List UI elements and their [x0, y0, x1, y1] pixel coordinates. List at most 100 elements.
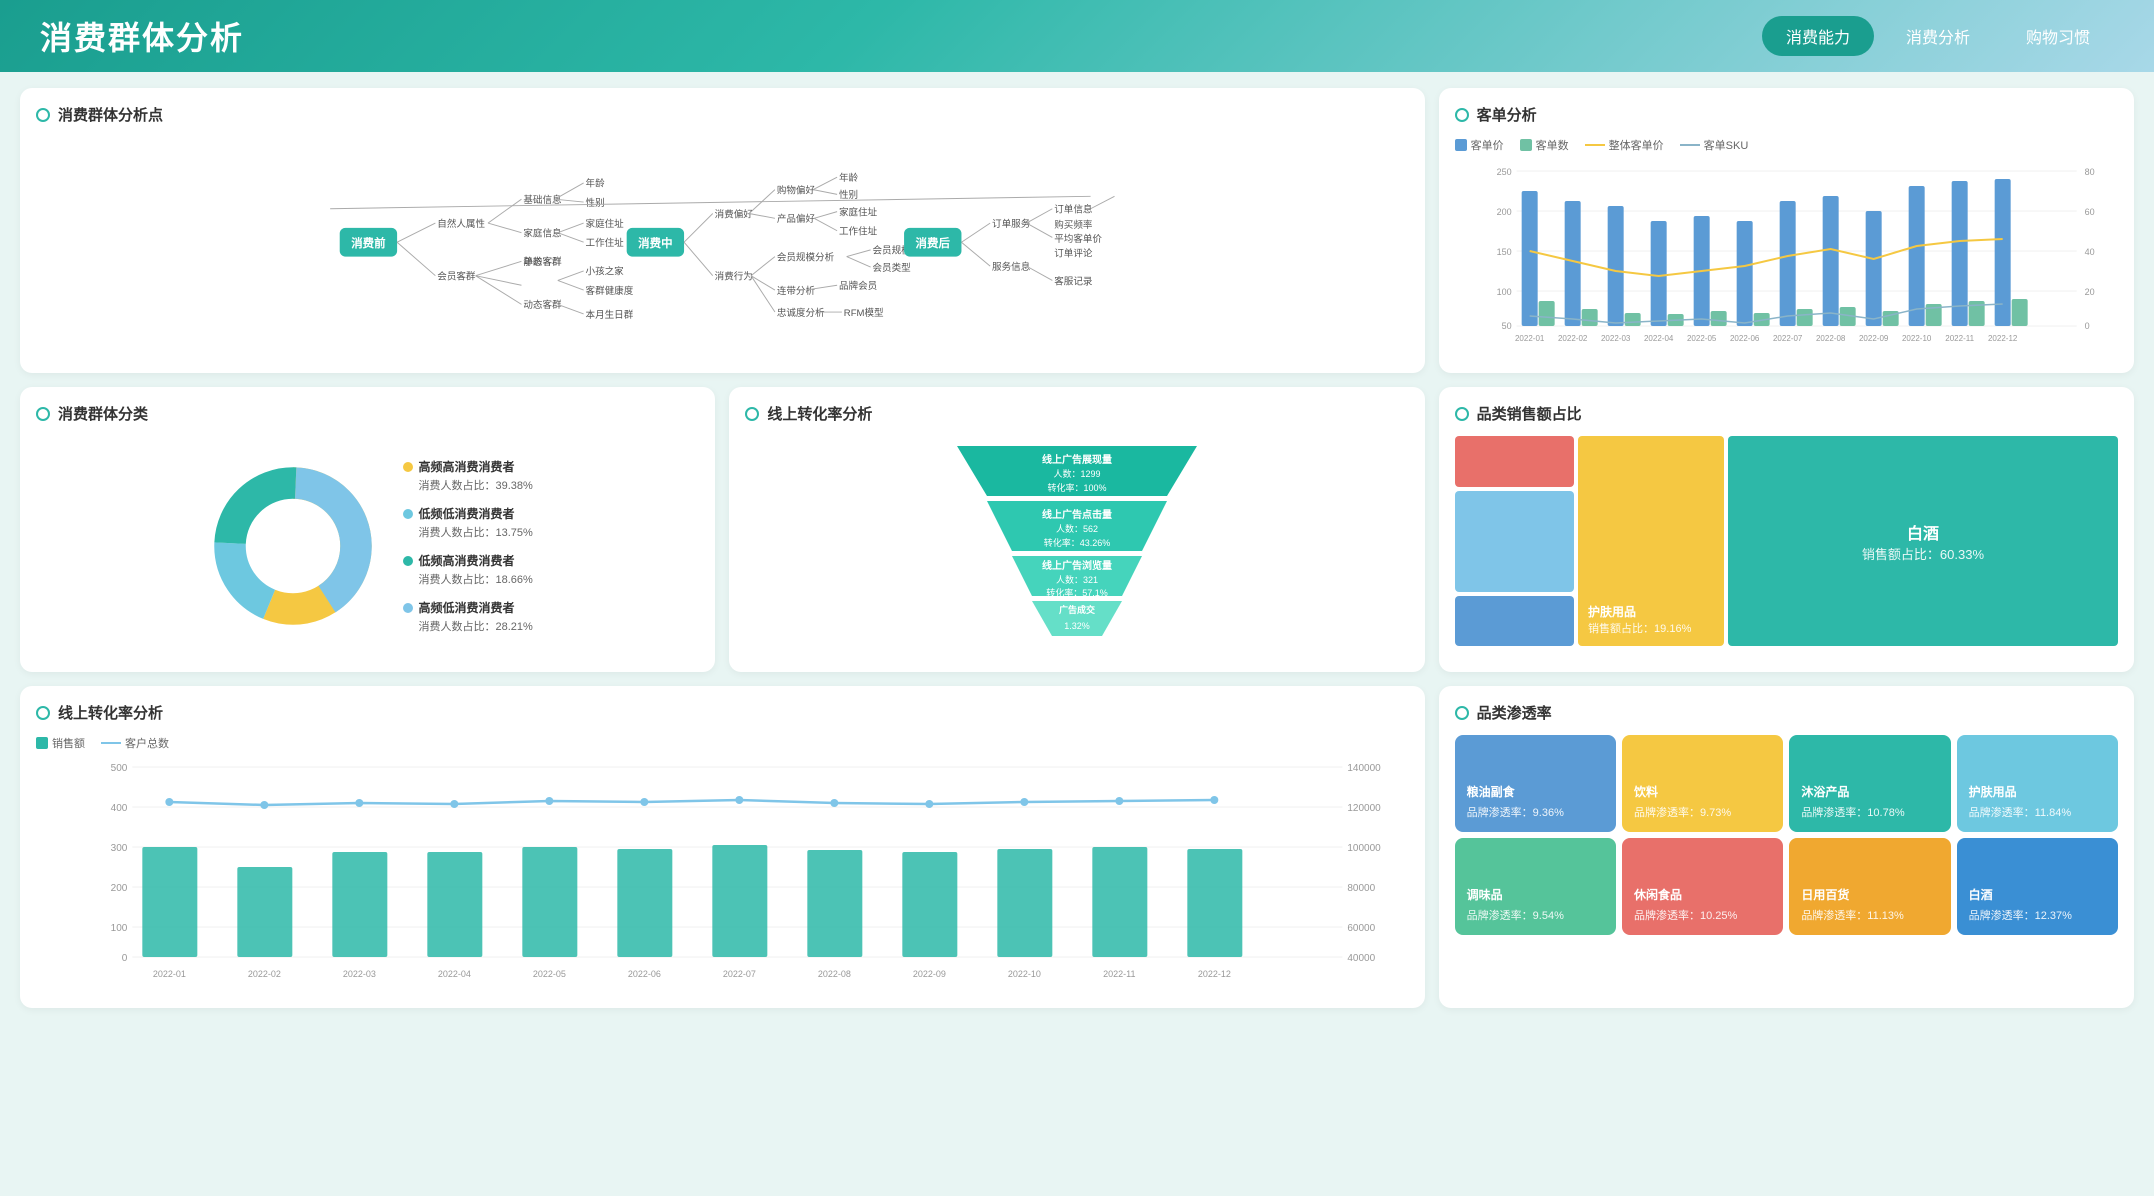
- donut-container: 高频高消费消费者 消费人数占比：39.38% 低频低消费消费者 消费人数占比：1…: [36, 436, 699, 656]
- cell-name: 粮油副食: [1467, 783, 1604, 800]
- cell-rate: 品牌渗透率：10.78%: [1801, 804, 1938, 820]
- nav-item-analysis[interactable]: 消费分析: [1882, 16, 1994, 56]
- legend-total-price: 整体客单价: [1585, 137, 1664, 153]
- page-title: 消费群体分析: [40, 13, 244, 59]
- svg-text:消费中: 消费中: [638, 236, 672, 250]
- svg-text:转化率：43.26%: 转化率：43.26%: [1044, 537, 1111, 548]
- svg-text:客群健康度: 客群健康度: [586, 285, 634, 297]
- sq: [36, 737, 48, 749]
- funnel-title: 线上转化率分析: [745, 403, 1408, 424]
- svg-text:基础信息: 基础信息: [523, 194, 562, 206]
- cell-label-white: 白酒: [1907, 520, 1939, 544]
- title-dot: [36, 108, 50, 122]
- customer-analysis-card: 客单分析 客单价 客单数 整体客单价 客单SKU: [1439, 88, 2134, 373]
- legend-sub: 消费人数占比：28.21%: [419, 618, 533, 634]
- treemap-cell-blue: [1455, 491, 1574, 592]
- svg-text:RFM模型: RFM模型: [844, 307, 884, 319]
- svg-text:性别: 性别: [586, 197, 605, 209]
- svg-text:订单评论: 订单评论: [1054, 248, 1093, 260]
- penetration-title: 品类渗透率: [1455, 702, 2118, 723]
- svg-text:客服记录: 客服记录: [1054, 275, 1093, 287]
- svg-text:家庭住址: 家庭住址: [839, 206, 878, 218]
- legend-low-high: 低频高消费消费者 消费人数占比：18.66%: [403, 552, 533, 587]
- mindmap-chart: 消费前 自然人属性 基础信息 年龄 性别 家庭信息 家庭住址 工作住址 会员客群: [36, 137, 1409, 357]
- header-nav: 消费能力 消费分析 购物习惯: [1762, 16, 2114, 56]
- legend-label: 销售额: [52, 735, 85, 751]
- customer-analysis-title: 客单分析: [1455, 104, 2118, 125]
- svg-text:60000: 60000: [1347, 923, 1375, 934]
- penetration-skincare: 护肤用品 品牌渗透率：11.84%: [1957, 735, 2118, 832]
- cell-name: 饮料: [1634, 783, 1771, 800]
- legend-label: 客单数: [1536, 137, 1569, 153]
- cell-rate: 品牌渗透率：9.54%: [1467, 907, 1604, 923]
- cell-name: 日用百货: [1801, 886, 1938, 903]
- svg-text:线上广告点击量: 线上广告点击量: [1042, 508, 1112, 521]
- legend-label: 高频低消费消费者: [419, 599, 515, 616]
- svg-text:产品偏好: 产品偏好: [777, 213, 816, 225]
- svg-text:2022-04: 2022-04: [1644, 334, 1674, 343]
- svg-text:300: 300: [111, 843, 128, 854]
- svg-text:会员客群: 会员客群: [437, 271, 476, 283]
- svg-text:2022-12: 2022-12: [1198, 969, 1231, 979]
- svg-text:会员规模分析: 会员规模分析: [777, 251, 835, 263]
- cell-value: 销售额占比：19.16%: [1588, 620, 1714, 636]
- title-dot: [745, 407, 759, 421]
- legend-label: 高频高消费消费者: [419, 458, 515, 475]
- svg-text:40: 40: [2084, 247, 2094, 257]
- svg-text:购物偏好: 购物偏好: [777, 184, 816, 196]
- legend-sub: 消费人数占比：39.38%: [419, 477, 533, 493]
- nav-item-habits[interactable]: 购物习惯: [2002, 16, 2114, 56]
- title-dot: [36, 407, 50, 421]
- svg-text:200: 200: [111, 883, 128, 894]
- svg-text:40000: 40000: [1347, 953, 1375, 964]
- svg-text:年龄: 年龄: [586, 178, 606, 190]
- svg-text:2022-07: 2022-07: [723, 969, 756, 979]
- cell-rate: 品牌渗透率：11.13%: [1801, 907, 1938, 923]
- funnel-svg: 线上广告展现量 人数：1299 转化率：100% 线上广告点击量 人数：562 …: [947, 441, 1207, 641]
- svg-text:年龄: 年龄: [839, 172, 859, 184]
- svg-text:500: 500: [111, 763, 128, 774]
- legend-label: 客单价: [1471, 137, 1504, 153]
- svg-text:家庭信息: 家庭信息: [523, 227, 562, 239]
- legend-unit-count: 客单数: [1520, 137, 1569, 153]
- legend-sub: 消费人数占比：18.66%: [419, 571, 533, 587]
- svg-text:人数：1299: 人数：1299: [1053, 468, 1100, 479]
- svg-text:100: 100: [111, 923, 128, 934]
- cell-name: 调味品: [1467, 886, 1604, 903]
- svg-text:2022-12: 2022-12: [1988, 334, 2018, 343]
- svg-text:2022-06: 2022-06: [1730, 334, 1760, 343]
- svg-text:连带分析: 连带分析: [777, 285, 816, 297]
- svg-text:200: 200: [1496, 207, 1511, 217]
- svg-text:20: 20: [2084, 287, 2094, 297]
- category-sales-title: 品类销售额占比: [1455, 403, 2118, 424]
- svg-text:线上广告展现量: 线上广告展现量: [1042, 453, 1112, 466]
- cell-rate: 品牌渗透率：9.36%: [1467, 804, 1604, 820]
- svg-text:动态客群: 动态客群: [523, 299, 562, 311]
- svg-text:购买频率: 购买频率: [1054, 219, 1093, 231]
- title-dot: [36, 706, 50, 720]
- category-penetration-card: 品类渗透率 粮油副食 品牌渗透率：9.36% 饮料 品牌渗透率：9.73% 沐浴…: [1439, 686, 2134, 1008]
- svg-text:2022-07: 2022-07: [1773, 334, 1803, 343]
- nav-item-capability[interactable]: 消费能力: [1762, 16, 1874, 56]
- svg-text:广告成交: 广告成交: [1059, 604, 1095, 615]
- svg-text:2022-01: 2022-01: [153, 969, 186, 979]
- svg-text:消费偏好: 消费偏好: [715, 208, 754, 220]
- svg-text:转化率：57.1%: 转化率：57.1%: [1046, 587, 1108, 598]
- svg-text:订单服务: 订单服务: [992, 218, 1031, 230]
- svg-text:0: 0: [2084, 321, 2089, 331]
- conversion-chart-title: 线上转化率分析: [36, 702, 1409, 723]
- svg-text:自然人属性: 自然人属性: [437, 218, 485, 230]
- penetration-grains: 粮油副食 品牌渗透率：9.36%: [1455, 735, 1616, 832]
- donut-legend: 高频高消费消费者 消费人数占比：39.38% 低频低消费消费者 消费人数占比：1…: [403, 458, 533, 634]
- svg-text:2022-03: 2022-03: [1601, 334, 1631, 343]
- title-dot: [1455, 407, 1469, 421]
- customer-chart: 250 200 150 100 50 80 60 40 20 0: [1455, 161, 2118, 356]
- penetration-bath: 沐浴产品 品牌渗透率：10.78%: [1789, 735, 1950, 832]
- online-conversion-funnel-card: 线上转化率分析 线上广告展现量 人数：1299 转化率：100% 线上广告点击量…: [729, 387, 1424, 672]
- svg-text:订单信息: 订单信息: [1054, 204, 1093, 216]
- svg-text:2022-10: 2022-10: [1008, 969, 1041, 979]
- svg-text:2022-08: 2022-08: [818, 969, 851, 979]
- penetration-snacks: 休闲食品 品牌渗透率：10.25%: [1622, 838, 1783, 935]
- svg-text:140000: 140000: [1347, 763, 1381, 774]
- line: [101, 742, 121, 744]
